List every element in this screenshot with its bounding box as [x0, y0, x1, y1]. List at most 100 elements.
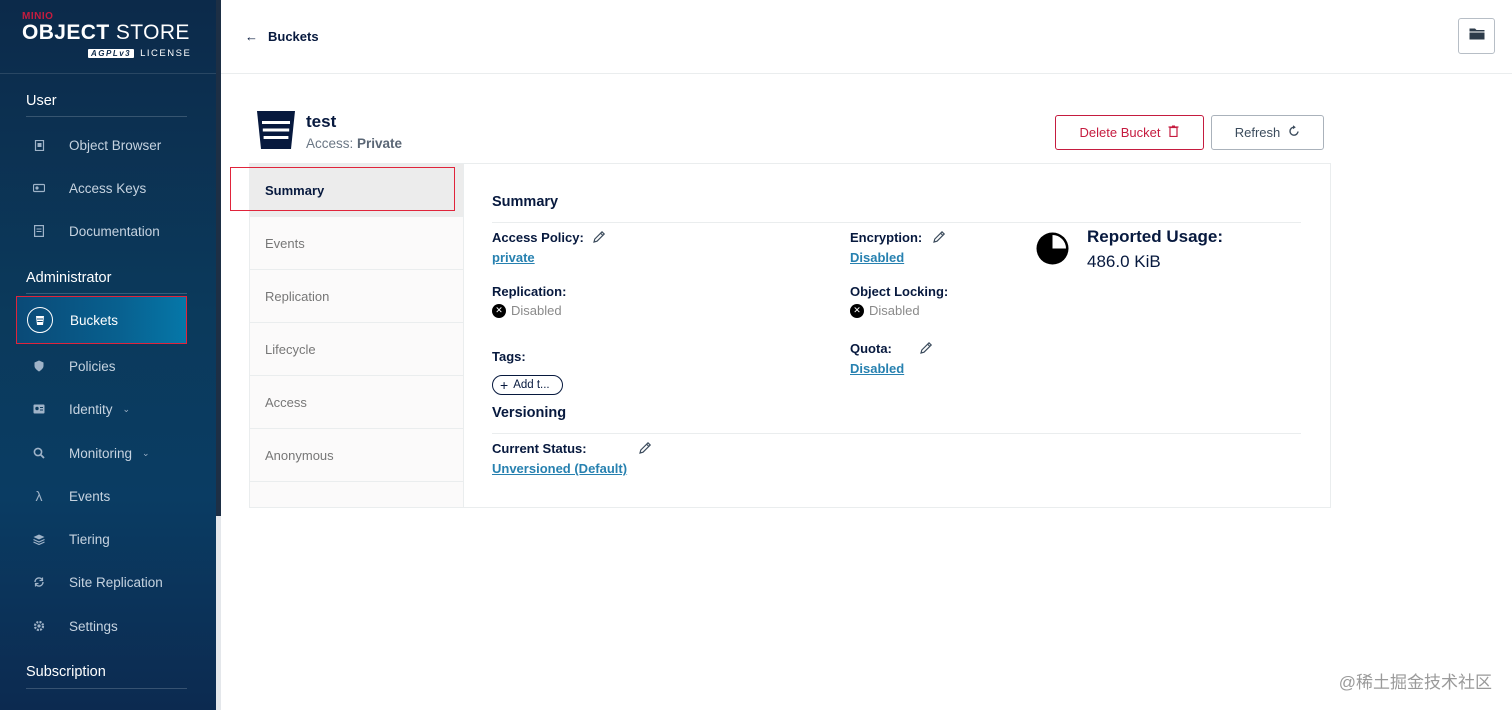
bucket-icon [256, 110, 296, 150]
lambda-icon: λ [35, 488, 43, 504]
section-divider [26, 116, 187, 117]
sidebar: MINIO OBJECT STORE AGPLv3 LICENSE User Ob… [0, 0, 217, 710]
current-status-label: Current Status: [492, 441, 587, 456]
sidebar-item-identity[interactable]: Identity ⌄ [16, 385, 187, 433]
sidebar-item-access-keys[interactable]: Access Keys [16, 164, 187, 212]
encryption-label: Encryption: [850, 230, 923, 245]
quota-link[interactable]: Disabled [850, 361, 904, 376]
sidebar-item-label: Object Browser [69, 137, 162, 153]
add-tag-button[interactable]: + Add t... [492, 375, 563, 395]
arrow-left-icon: ← [245, 29, 258, 44]
sidebar-item-tiering[interactable]: Tiering [16, 515, 187, 563]
reported-usage-pie-icon [1035, 231, 1070, 266]
sidebar-item-label: Events [69, 488, 111, 504]
sidebar-item-site-replication[interactable]: Site Replication [16, 558, 187, 606]
section-title-administrator: Administrator [26, 270, 112, 286]
buckets-icon [27, 307, 53, 333]
folder-icon [1469, 27, 1485, 45]
tab-replication[interactable]: Replication [250, 270, 463, 323]
reported-usage-value: 486.0 KiB [1087, 252, 1161, 271]
tiering-icon [26, 526, 52, 552]
sidebar-item-label: Monitoring [69, 445, 133, 461]
bucket-details-panel: Summary Events Replication Lifecycle Acc… [249, 163, 1331, 508]
plus-icon: + [500, 377, 509, 393]
current-status-link[interactable]: Unversioned (Default) [492, 461, 627, 476]
sidebar-item-monitoring[interactable]: Monitoring ⌄ [16, 429, 187, 477]
add-tag-label: Add t... [513, 379, 550, 391]
edit-access-policy-icon[interactable] [591, 229, 607, 245]
refresh-icon [1288, 125, 1300, 140]
sidebar-item-label: Buckets [70, 312, 119, 328]
section-title-user: User [26, 93, 57, 109]
chevron-down-icon[interactable]: ⌄ [123, 404, 131, 415]
site-replication-icon [26, 569, 52, 595]
sidebar-item-settings[interactable]: Settings [16, 602, 187, 650]
edit-versioning-icon[interactable] [637, 440, 653, 456]
replication-status: ✕ Disabled [492, 303, 562, 318]
sidebar-item-object-browser[interactable]: Object Browser [16, 121, 187, 169]
gear-icon [26, 613, 52, 639]
sidebar-item-documentation[interactable]: Documentation [16, 207, 187, 255]
refresh-button[interactable]: Refresh [1211, 115, 1324, 150]
watermark: @稀土掘金技术社区 [1338, 673, 1492, 692]
edit-quota-icon[interactable] [918, 340, 934, 356]
reported-usage-label: Reported Usage: [1087, 227, 1224, 246]
object-browser-icon [26, 132, 52, 158]
sidebar-scrollbar-thumb[interactable] [216, 0, 221, 516]
summary-heading: Summary [492, 194, 559, 210]
object-locking-label: Object Locking: [850, 284, 949, 299]
quota-label: Quota: [850, 341, 892, 356]
sidebar-item-label: Policies [69, 358, 116, 374]
documentation-icon [26, 218, 52, 244]
tab-lifecycle[interactable]: Lifecycle [250, 323, 463, 376]
brand-logo[interactable]: MINIO OBJECT STORE AGPLv3 LICENSE [22, 12, 202, 64]
delete-bucket-button[interactable]: Delete Bucket [1055, 115, 1204, 150]
section-title-subscription: Subscription [26, 664, 106, 680]
brand-divider [0, 73, 216, 74]
bucket-access-value: Private [357, 136, 403, 151]
disabled-x-icon: ✕ [850, 303, 864, 318]
back-label: Buckets [268, 29, 319, 44]
summary-divider [492, 222, 1301, 223]
replication-value: Disabled [511, 303, 562, 318]
top-bar: ← Buckets [221, 0, 1512, 74]
folder-button[interactable] [1458, 18, 1495, 54]
agpl-badge: AGPLv3 [88, 49, 135, 58]
replication-label: Replication: [492, 284, 567, 299]
disabled-x-icon: ✕ [492, 303, 506, 318]
sidebar-item-label: Site Replication [69, 574, 163, 590]
delete-bucket-label: Delete Bucket [1079, 125, 1161, 140]
sidebar-item-label: Access Keys [69, 180, 147, 196]
section-divider [26, 293, 187, 294]
bucket-access-prefix: Access: [306, 136, 358, 151]
tab-events[interactable]: Events [250, 217, 463, 270]
back-to-buckets-link[interactable]: ← Buckets [245, 29, 319, 44]
sidebar-item-label: Identity [69, 401, 113, 417]
chevron-down-icon[interactable]: ⌄ [142, 448, 150, 459]
object-locking-value: Disabled [869, 303, 920, 318]
sidebar-item-buckets[interactable]: Buckets [16, 296, 187, 344]
object-locking-status: ✕ Disabled [850, 303, 920, 318]
tab-access[interactable]: Access [250, 376, 463, 429]
sidebar-item-label: Tiering [69, 531, 110, 547]
tab-summary[interactable]: Summary [250, 164, 463, 217]
sidebar-item-events[interactable]: λ Events [16, 472, 187, 520]
policies-icon [26, 353, 52, 379]
tab-list: Summary Events Replication Lifecycle Acc… [250, 164, 464, 507]
brand-store: STORE [109, 21, 190, 44]
section-divider [26, 688, 187, 689]
access-policy-label: Access Policy: [492, 230, 584, 245]
sidebar-item-label: Settings [69, 618, 118, 634]
edit-encryption-icon[interactable] [931, 229, 947, 245]
tags-label: Tags: [492, 349, 526, 364]
versioning-divider [492, 433, 1301, 434]
bucket-name: test [306, 112, 337, 131]
tab-anonymous[interactable]: Anonymous [250, 429, 463, 482]
sidebar-item-policies[interactable]: Policies [16, 342, 187, 390]
refresh-label: Refresh [1234, 125, 1281, 140]
trash-icon [1168, 125, 1179, 140]
brand-object: OBJECT [22, 21, 110, 44]
monitoring-icon [26, 440, 52, 466]
encryption-link[interactable]: Disabled [850, 250, 904, 265]
access-policy-link[interactable]: private [492, 250, 535, 265]
